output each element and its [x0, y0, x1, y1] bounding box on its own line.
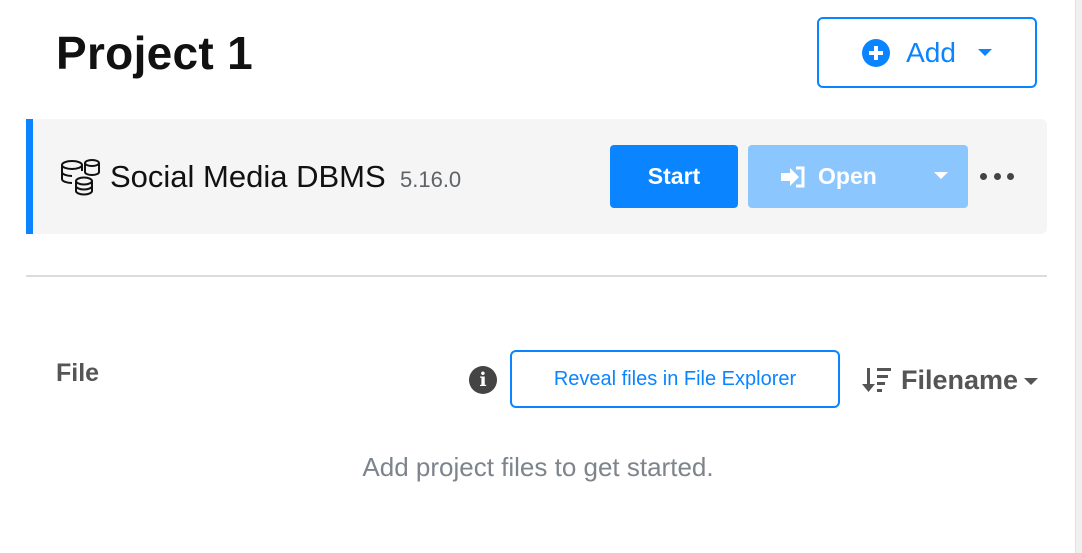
add-button[interactable]: Add	[817, 17, 1037, 88]
open-button-label: Open	[818, 163, 877, 189]
start-button[interactable]: Start	[610, 145, 738, 208]
plus-circle-icon	[862, 38, 891, 67]
more-options-button[interactable]	[980, 164, 1014, 188]
info-circle-icon[interactable]: i	[469, 366, 497, 394]
scrollbar-track[interactable]	[1075, 0, 1082, 553]
reveal-files-button[interactable]: Reveal files in File Explorer	[510, 350, 840, 408]
dbms-card[interactable]: Social Media DBMS 5.16.0 Start Open	[26, 119, 1047, 234]
ellipsis-dot	[980, 172, 987, 180]
chevron-down-icon	[1024, 377, 1039, 385]
dbms-version: 5.16.0	[400, 167, 462, 192]
empty-files-message: Add project files to get started.	[362, 452, 714, 482]
chevron-down-icon	[977, 49, 992, 56]
open-button[interactable]: Open	[748, 145, 968, 208]
sort-dropdown[interactable]: Filename	[862, 362, 1039, 398]
dbms-name: Social Media DBMS	[110, 159, 386, 194]
files-heading: File	[56, 359, 100, 387]
project-page: Project 1 Add Social Media DBMS 5.16.0 S…	[0, 0, 1082, 553]
project-title: Project 1	[56, 27, 254, 79]
sort-label: Filename	[901, 364, 1019, 395]
database-icon	[61, 159, 100, 196]
ellipsis-dot	[1007, 172, 1014, 180]
sort-descending-icon	[862, 368, 891, 392]
open-dropdown-chevron-icon[interactable]	[934, 172, 948, 179]
ellipsis-dot	[993, 172, 1001, 180]
add-button-label: Add	[906, 36, 956, 68]
sign-in-icon	[781, 166, 805, 187]
section-divider	[26, 275, 1047, 277]
